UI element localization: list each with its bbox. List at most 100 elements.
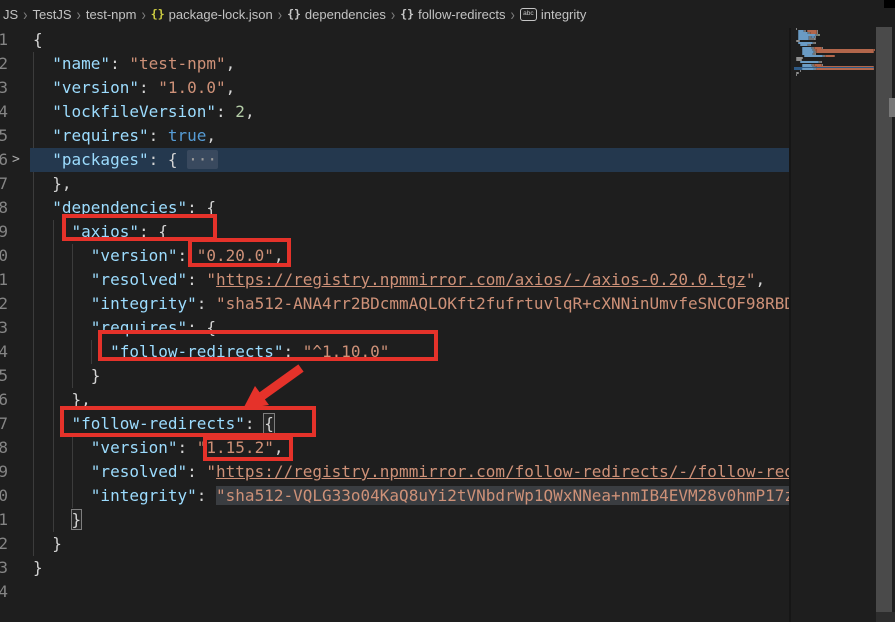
code-token: true: [168, 126, 207, 145]
code-token: "axios": [72, 222, 139, 241]
code-line-10[interactable]: 10 "version": "0.20.0",: [0, 244, 789, 268]
code-token: [33, 438, 91, 457]
breadcrumb-item-package-lock.json[interactable]: {}package-lock.json: [150, 7, 274, 22]
code-text: "name": "test-npm",: [33, 52, 235, 76]
code-line-12[interactable]: 12 "integrity": "sha512-ANA4rr2BDcmmAQLO…: [0, 292, 789, 316]
symbol-object-icon: {}: [400, 7, 414, 21]
code-token: "requires": [91, 318, 187, 337]
code-token: }: [33, 366, 100, 385]
code-text: "dependencies": {: [33, 196, 216, 220]
line-number: 12: [0, 292, 8, 316]
code-token: {: [264, 414, 274, 433]
code-token: [33, 414, 72, 433]
code-text: }: [33, 508, 81, 532]
code-line-15[interactable]: 15 }: [0, 364, 789, 388]
chevron-right-icon: ›: [23, 5, 27, 24]
code-line-13[interactable]: 13 "requires": {: [0, 316, 789, 340]
minimap-line: [816, 68, 874, 70]
code-token: "integrity": [91, 294, 197, 313]
line-number: 21: [0, 508, 8, 532]
line-number: 15: [0, 364, 8, 388]
code-token: "^1.10.0": [303, 342, 390, 361]
code-token: [33, 294, 91, 313]
code-line-8[interactable]: 8 "dependencies": {: [0, 196, 789, 220]
code-text: "version": "1.0.0",: [33, 76, 235, 100]
code-line-7[interactable]: 7 },: [0, 172, 789, 196]
breadcrumb-item-TestJS[interactable]: TestJS: [32, 7, 73, 22]
symbol-object-icon: {}: [287, 7, 301, 21]
code-line-5[interactable]: 5 "requires": true,: [0, 124, 789, 148]
code-line-21[interactable]: 21 }: [0, 508, 789, 532]
code-line-16[interactable]: 16 },: [0, 388, 789, 412]
code-line-14[interactable]: 14 "follow-redirects": "^1.10.0": [0, 340, 789, 364]
code-line-18[interactable]: 18 "version": "1.15.2",: [0, 436, 789, 460]
code-line-24[interactable]: 24: [0, 580, 789, 604]
code-token: :: [178, 438, 197, 457]
code-text: "follow-redirects": "^1.10.0": [33, 340, 389, 364]
code-text: }: [33, 532, 62, 556]
breadcrumb-item-JS[interactable]: JS: [2, 7, 19, 22]
code-line-3[interactable]: 3 "version": "1.0.0",: [0, 76, 789, 100]
code-line-6[interactable]: 6> "packages": { ···: [0, 148, 789, 172]
line-number: 19: [0, 460, 8, 484]
code-token: [33, 510, 72, 529]
code-token: "sha512-VQLG33o04KaQ8uYi2tVNbdrWp1QWxNNe…: [216, 486, 789, 505]
code-line-1[interactable]: 1{: [0, 28, 789, 52]
line-number: 14: [0, 340, 8, 364]
breadcrumb-item-test-npm[interactable]: test-npm: [85, 7, 138, 22]
vertical-scrollbar-thumb[interactable]: [889, 98, 895, 117]
chevron-right-icon: ›: [141, 5, 145, 24]
code-token: "1.15.2": [197, 438, 274, 457]
code-line-2[interactable]: 2 "name": "test-npm",: [0, 52, 789, 76]
code-line-17[interactable]: 17 "follow-redirects": {: [0, 412, 789, 436]
line-number: 9: [0, 220, 8, 244]
code-token: :: [197, 294, 216, 313]
code-line-4[interactable]: 4 "lockfileVersion": 2,: [0, 100, 789, 124]
code-line-19[interactable]: 19 "resolved": "https://registry.npmmirr…: [0, 460, 789, 484]
code-token: ,: [206, 126, 216, 145]
minimap[interactable]: [791, 28, 876, 622]
code-line-22[interactable]: 22 }: [0, 532, 789, 556]
breadcrumb-item-integrity[interactable]: abcintegrity: [519, 7, 588, 22]
code-token: :: [110, 54, 129, 73]
breadcrumb-label: test-npm: [86, 7, 137, 22]
line-number: 16: [0, 388, 8, 412]
breadcrumb-label: follow-redirects: [418, 7, 505, 22]
code-token: "version": [91, 438, 178, 457]
code-text: "resolved": "https://registry.npmmirror.…: [33, 460, 789, 484]
minimap-line: [804, 55, 823, 57]
code-text: },: [33, 172, 72, 196]
code-token: ,: [226, 78, 236, 97]
code-text: "version": "1.15.2",: [33, 436, 283, 460]
code-token: ,: [274, 246, 284, 265]
code-token: {: [206, 198, 216, 217]
code-text: }: [33, 556, 43, 580]
code-line-23[interactable]: 23}: [0, 556, 789, 580]
code-line-9[interactable]: 9 "axios": {: [0, 220, 789, 244]
code-token: "integrity": [91, 486, 197, 505]
chevron-right-icon: ›: [391, 5, 395, 24]
fold-chevron-icon[interactable]: >: [12, 148, 20, 172]
minimap-line: [796, 74, 797, 76]
editor[interactable]: 1{2 "name": "test-npm",3 "version": "1.0…: [0, 28, 789, 622]
code-token: "follow-redirects": [110, 342, 283, 361]
code-token: ,: [245, 102, 255, 121]
code-token: [33, 126, 52, 145]
code-token: "0.20.0": [197, 246, 274, 265]
code-text: "integrity": "sha512-ANA4rr2BDcmmAQLOKft…: [33, 292, 789, 316]
breadcrumb: JS › TestJS › test-npm › {}package-lock.json › {…: [0, 0, 895, 28]
code-token: :: [139, 222, 158, 241]
code-line-20[interactable]: 20 "integrity": "sha512-VQLG33o04KaQ8uYi…: [0, 484, 789, 508]
breadcrumb-item-dependencies[interactable]: {}dependencies: [286, 7, 387, 22]
code-line-11[interactable]: 11 "resolved": "https://registry.npmmirr…: [0, 268, 789, 292]
chevron-right-icon: ›: [511, 5, 515, 24]
line-number: 22: [0, 532, 8, 556]
code-token: [33, 54, 52, 73]
code-text: "axios": {: [33, 220, 168, 244]
code-token: :: [187, 462, 206, 481]
code-token: ,: [226, 54, 236, 73]
code-token: :: [178, 246, 197, 265]
breadcrumb-item-follow-redirects[interactable]: {} follow-redirects: [399, 7, 506, 22]
code-token: {: [168, 150, 187, 169]
line-number: 1: [0, 28, 8, 52]
